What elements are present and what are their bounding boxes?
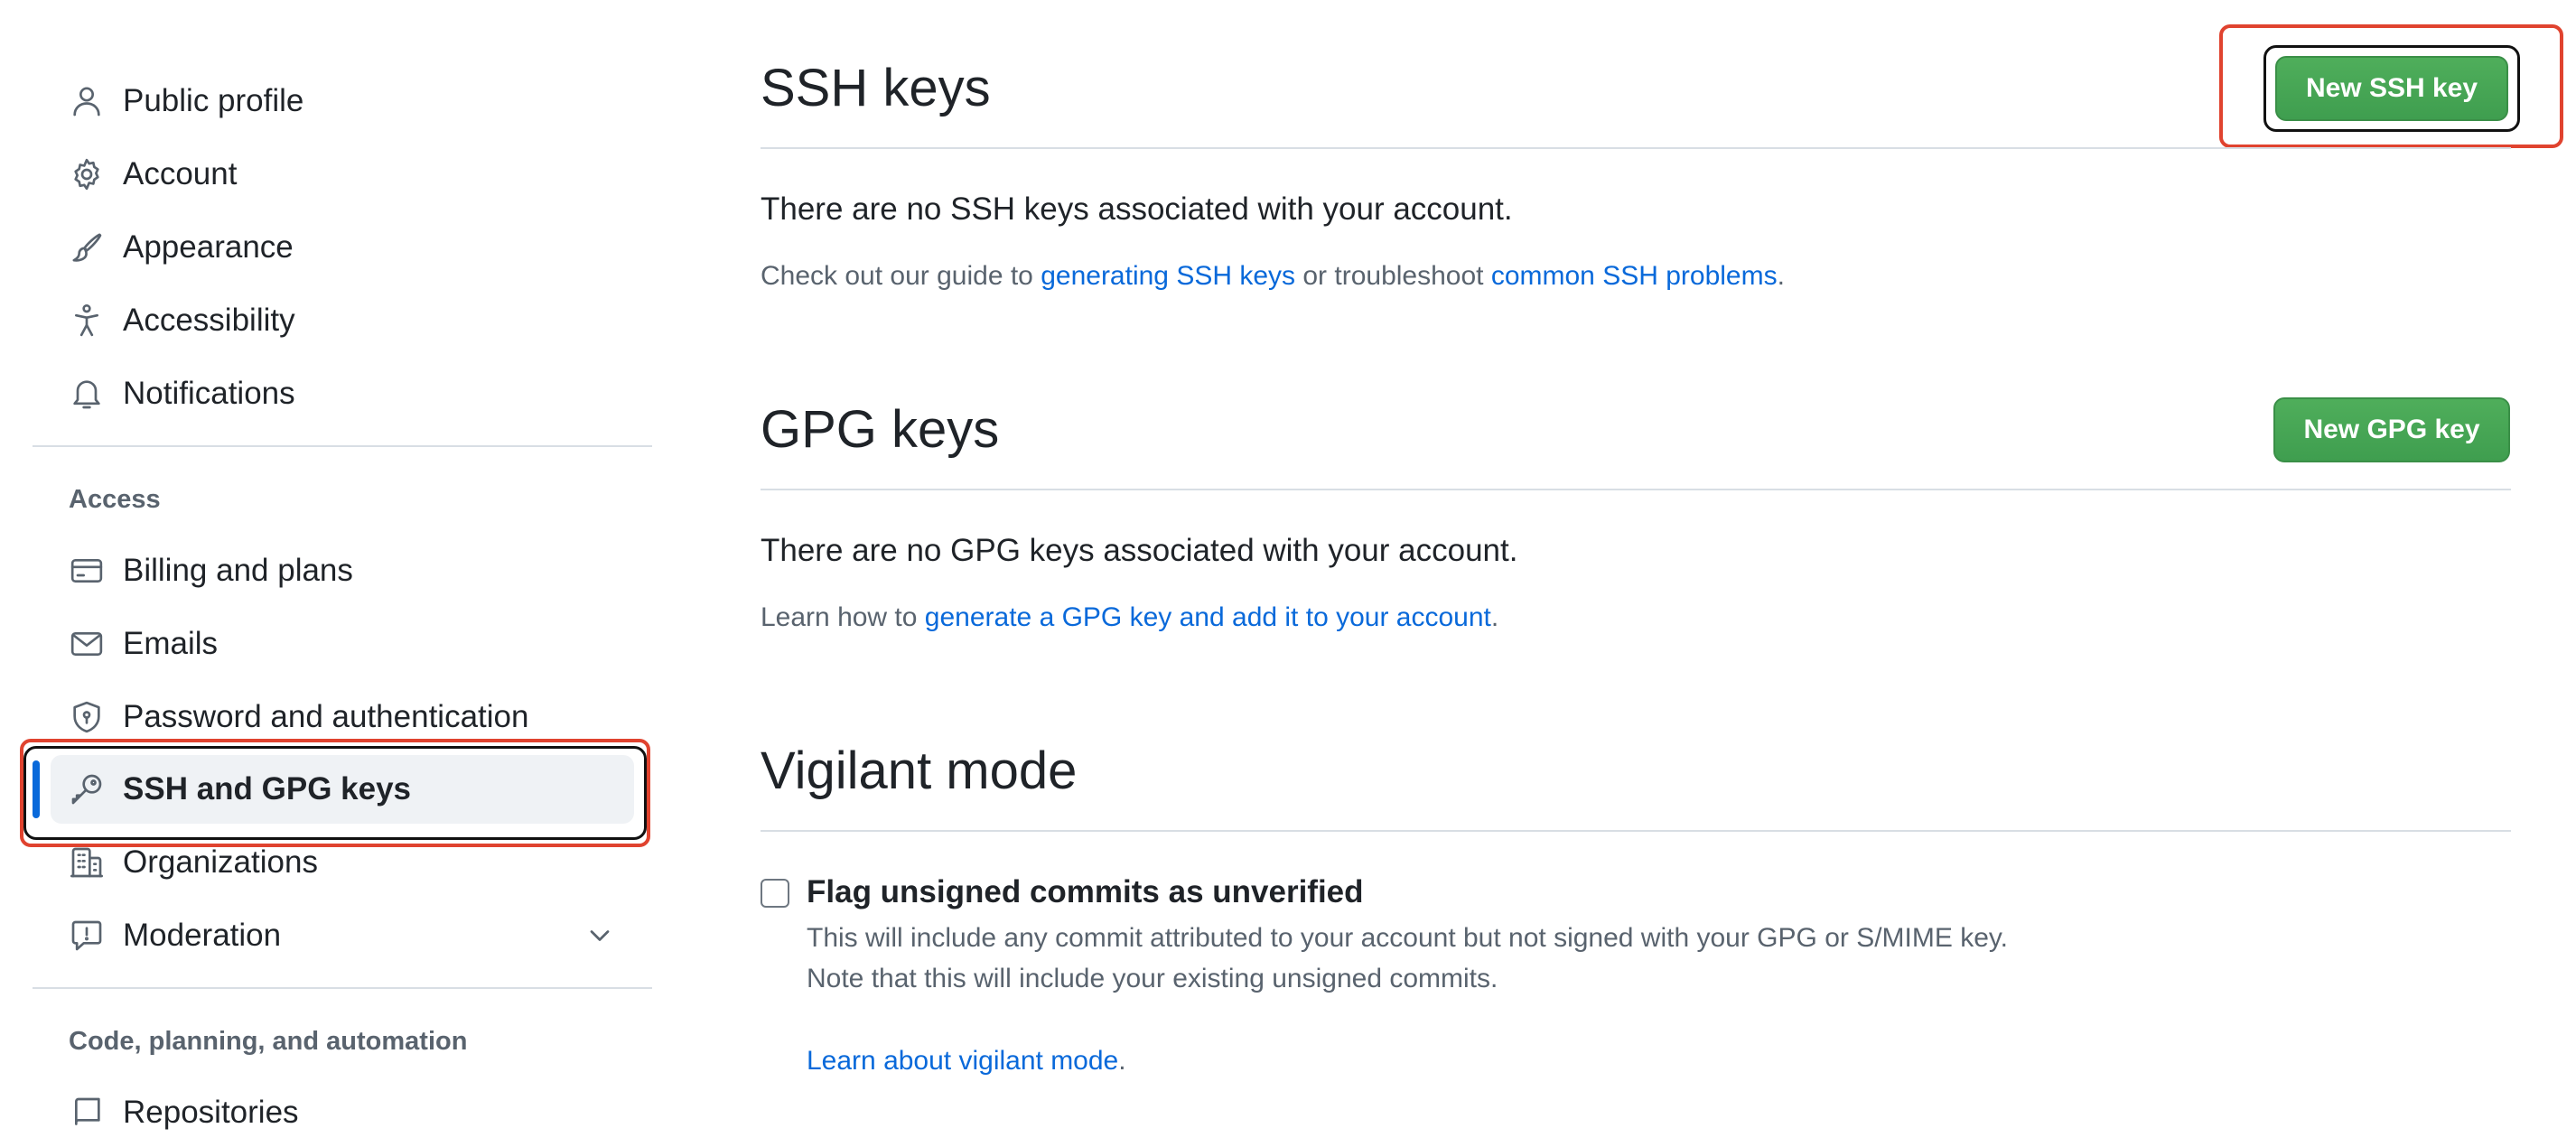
sidebar-item-accessibility[interactable]: Accessibility [33,286,634,355]
accessibility-icon [69,303,105,339]
sidebar-divider [33,987,652,989]
vigilant-mode-title: Vigilant mode [761,741,1078,800]
bell-icon [69,376,105,412]
sidebar-item-label: SSH and GPG keys [123,771,412,807]
vigilant-learn-text: Learn about vigilant mode. [807,1046,1126,1077]
settings-sidebar: Public profile Account Appearance Access… [0,0,668,1130]
section-divider [761,489,2511,490]
guide-suffix: . [1777,261,1785,291]
guide-prefix: Check out our guide to [761,261,1041,291]
key-icon [69,771,105,807]
shield-lock-icon [69,699,105,735]
vigilant-description-line1: This will include any commit attributed … [807,923,2009,953]
generate-gpg-key-link[interactable]: generate a GPG key and add it to your ac… [925,602,1491,632]
flag-unsigned-commits-label[interactable]: Flag unsigned commits as unverified [807,874,1364,910]
sidebar-item-label: Billing and plans [123,553,353,588]
sidebar-item-billing[interactable]: Billing and plans [33,536,634,605]
sidebar-item-organizations[interactable]: Organizations [33,828,634,897]
ssh-empty-message: There are no SSH keys associated with yo… [761,191,1513,227]
gpg-learn-text: Learn how to generate a GPG key and add … [761,602,1498,633]
learn-vigilant-mode-link[interactable]: Learn about vigilant mode [807,1046,1118,1076]
active-indicator [33,760,40,818]
new-ssh-key-button[interactable]: New SSH key [2275,56,2508,121]
organization-icon [69,844,105,881]
gpg-keys-title: GPG keys [761,400,1000,459]
person-icon [69,83,105,119]
common-ssh-problems-link[interactable]: common SSH problems [1491,261,1778,291]
sidebar-item-appearance[interactable]: Appearance [33,213,634,282]
learn-suffix: . [1118,1046,1126,1076]
generating-ssh-keys-link[interactable]: generating SSH keys [1041,261,1295,291]
sidebar-item-public-profile[interactable]: Public profile [33,67,634,135]
sidebar-item-label: Password and authentication [123,699,529,734]
sidebar-item-password-auth[interactable]: Password and authentication [33,683,634,751]
sidebar-item-label: Moderation [123,918,282,953]
sidebar-divider [33,445,652,447]
credit-card-icon [69,553,105,589]
flag-unsigned-commits-checkbox[interactable] [761,879,789,908]
sidebar-item-label: Public profile [123,83,304,118]
gpg-empty-message: There are no GPG keys associated with yo… [761,533,1518,568]
sidebar-section-access: Access [69,485,161,514]
sidebar-item-ssh-gpg-keys[interactable]: SSH and GPG keys [51,755,634,824]
mail-icon [69,626,105,662]
ssh-keys-title: SSH keys [761,59,991,117]
vigilant-description-line2: Note that this will include your existin… [807,964,1498,993]
sidebar-item-label: Notifications [123,376,295,411]
sidebar-item-label: Emails [123,626,219,661]
section-divider [761,830,2511,832]
learn-suffix: . [1490,602,1499,632]
sidebar-item-notifications[interactable]: Notifications [33,359,634,428]
sidebar-item-repositories[interactable]: Repositories [33,1078,634,1147]
report-icon [69,918,105,954]
learn-prefix: Learn how to [761,602,925,632]
ssh-guide-text: Check out our guide to generating SSH ke… [761,261,1785,292]
guide-middle: or troubleshoot [1295,261,1491,291]
paintbrush-icon [69,229,105,266]
sidebar-item-moderation[interactable]: Moderation [33,901,634,970]
section-divider [761,147,2511,149]
sidebar-item-emails[interactable]: Emails [33,610,634,678]
repo-icon [69,1095,105,1131]
sidebar-section-code: Code, planning, and automation [69,1027,468,1056]
sidebar-item-label: Account [123,156,238,191]
chevron-down-icon[interactable] [583,919,616,952]
new-gpg-key-button[interactable]: New GPG key [2273,397,2510,462]
sidebar-item-label: Appearance [123,229,294,265]
sidebar-item-label: Repositories [123,1095,299,1130]
sidebar-item-label: Accessibility [123,303,295,338]
sidebar-item-label: Organizations [123,844,318,880]
sidebar-item-account[interactable]: Account [33,140,634,209]
gear-icon [69,156,105,192]
